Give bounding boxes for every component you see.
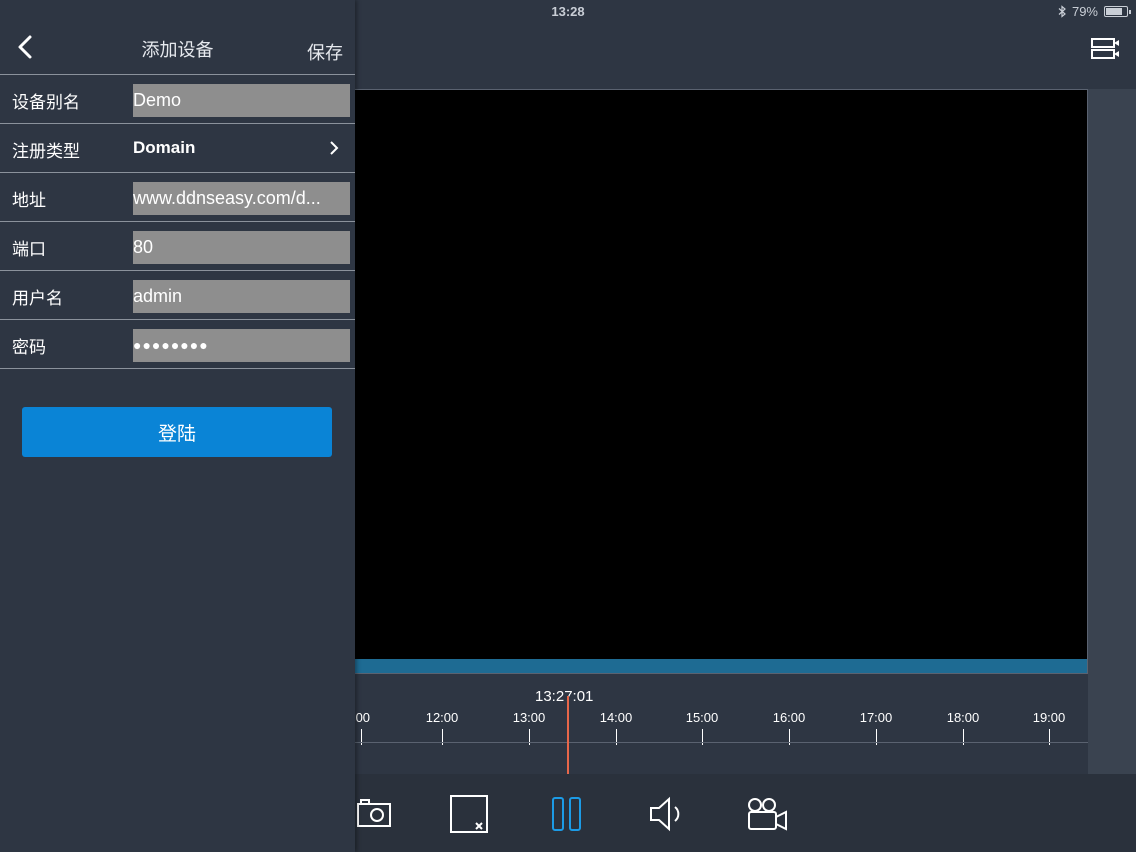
playback-toolbar (355, 774, 1136, 852)
speaker-icon (650, 796, 680, 832)
address-label: 地址 (12, 191, 46, 210)
pause-icon (552, 797, 581, 831)
form-row-username: 用户名 admin (0, 271, 355, 320)
snapshot-icon (357, 799, 391, 827)
timeline-tick: 13:00 (499, 710, 559, 745)
timeline-cursor[interactable] (567, 696, 569, 774)
register-type-value[interactable]: Domain (133, 138, 195, 158)
record-button[interactable] (745, 792, 789, 836)
port-input[interactable]: 80 (133, 231, 350, 264)
form-row-register-type[interactable]: 注册类型 Domain (0, 124, 355, 173)
live-view-header (355, 22, 1136, 88)
bluetooth-icon (1058, 5, 1066, 18)
username-input[interactable]: admin (133, 280, 350, 313)
timeline-tick: 18:00 (933, 710, 993, 745)
snapshot-button[interactable] (353, 792, 397, 836)
timeline-baseline (355, 742, 1088, 743)
video-player[interactable] (355, 89, 1088, 674)
timeline-tick: 19:00 (1019, 710, 1079, 745)
timeline-cursor-time: 13:27:01 (535, 688, 594, 705)
timeline-tick: 17:00 (846, 710, 906, 745)
alias-input[interactable]: Demo (133, 84, 350, 117)
video-progress-bar[interactable] (355, 659, 1087, 673)
timeline-tick: 16:00 (759, 710, 819, 745)
form-row-port: 端口 80 (0, 222, 355, 271)
split-screen-icon[interactable] (1090, 36, 1120, 62)
close-window-button[interactable] (447, 792, 491, 836)
save-button[interactable]: 保存 (307, 39, 343, 65)
form-row-password: 密码 ●●●●●●●● (0, 320, 355, 369)
alias-label: 设备别名 (12, 93, 80, 112)
form-row-address: 地址 www.ddnseasy.com/d... (0, 173, 355, 222)
address-input[interactable]: www.ddnseasy.com/d... (133, 182, 350, 215)
battery-percent: 79% (1071, 4, 1098, 19)
add-device-panel: 添加设备 保存 设备别名 Demo 注册类型 Domain 地址 www.ddn… (0, 0, 355, 852)
password-label: 密码 (12, 338, 46, 357)
timeline-tick: 14:00 (586, 710, 646, 745)
login-button[interactable]: 登陆 (22, 407, 332, 457)
password-input[interactable]: ●●●●●●●● (133, 329, 350, 362)
right-gutter (1088, 89, 1136, 774)
battery-icon (1104, 6, 1131, 17)
audio-button[interactable] (645, 792, 689, 836)
port-label: 端口 (12, 240, 46, 259)
nav-bar: 添加设备 保存 (0, 22, 355, 72)
chevron-right-icon (330, 141, 339, 155)
form-row-alias: 设备别名 Demo (0, 75, 355, 124)
pause-button[interactable] (545, 792, 589, 836)
username-label: 用户名 (12, 289, 63, 308)
close-window-icon (450, 795, 488, 833)
playback-timeline[interactable]: 13:27:01 :00 12:00 13:00 14:00 15:00 16:… (352, 674, 1088, 774)
timeline-tick: 12:00 (412, 710, 472, 745)
page-title: 添加设备 (141, 40, 214, 60)
record-icon (748, 798, 787, 831)
register-type-label: 注册类型 (12, 142, 80, 161)
timeline-tick: 15:00 (672, 710, 732, 745)
device-form: 设备别名 Demo 注册类型 Domain 地址 www.ddnseasy.co… (0, 74, 355, 369)
